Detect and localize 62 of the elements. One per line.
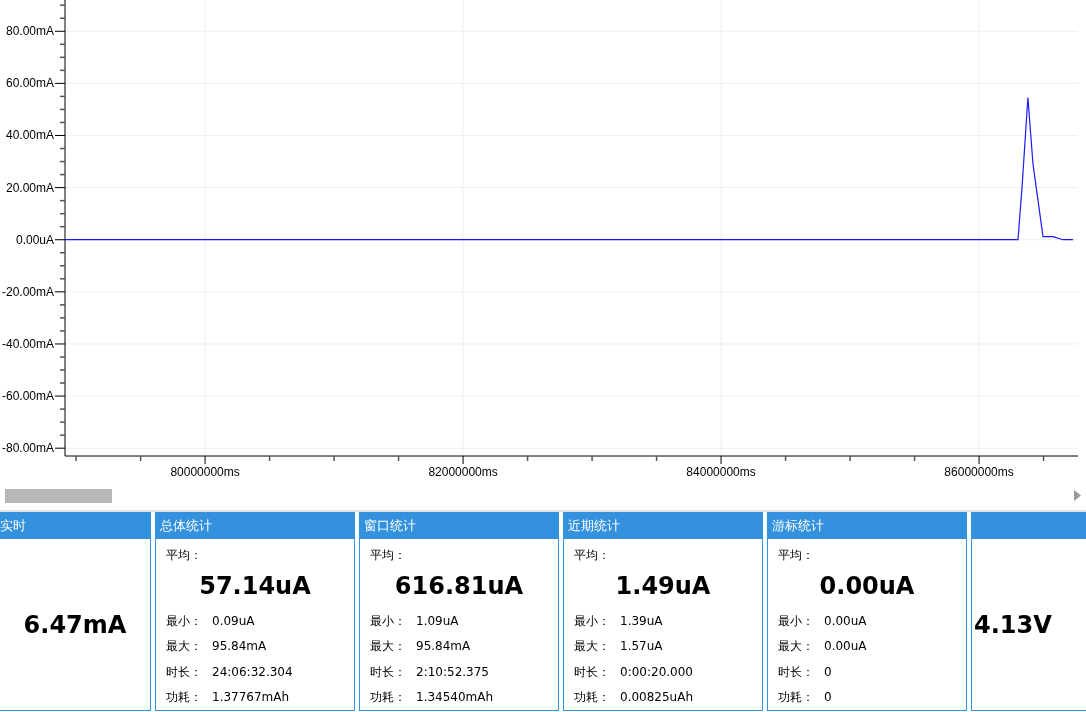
stat-value: 0.00825uAh — [620, 689, 694, 707]
y-tick-label: -60.00mA — [1, 389, 54, 404]
stat-label: 功耗： — [370, 689, 407, 707]
panel-header: 总体统计 — [156, 513, 354, 539]
panel-header: 近期统计 — [564, 513, 762, 539]
stat-label: 最大： — [574, 638, 611, 656]
stat-label: 时长： — [778, 663, 815, 681]
x-tick-label: 84000000ms — [686, 465, 756, 479]
stat-value: 1.39uA — [620, 612, 663, 630]
scroll-right-icon[interactable] — [1074, 490, 1081, 501]
stat-value: 0.00uA — [824, 612, 867, 630]
stat-label: 最大： — [370, 638, 407, 656]
stat-value: 24:06:32.304 — [212, 663, 293, 681]
stat-label: 最小： — [778, 612, 815, 630]
stat-label: 最大： — [778, 638, 815, 656]
y-tick-label: 60.00mA — [5, 76, 54, 91]
x-tick-label: 82000000ms — [428, 465, 498, 479]
panel-header: 实时 — [0, 513, 150, 539]
y-tick-label: -80.00mA — [1, 441, 54, 456]
y-tick-label: 40.00mA — [5, 128, 54, 143]
stat-label: 功耗： — [778, 689, 815, 707]
stat-value: 0 — [824, 663, 832, 681]
y-tick-label: 20.00mA — [5, 180, 54, 195]
x-tick-label: 80000000ms — [170, 465, 240, 479]
stat-value: 0:00:20.000 — [620, 663, 693, 681]
average-label: 平均： — [166, 547, 203, 564]
stat-value: 1.57uA — [620, 638, 663, 656]
stat-value: 1.09uA — [416, 612, 459, 630]
stat-label: 时长： — [574, 663, 611, 681]
stat-label: 最大： — [166, 638, 203, 656]
stat-value: 95.84mA — [416, 638, 471, 656]
stat-value: 95.84mA — [212, 638, 267, 656]
average-label: 平均： — [778, 547, 815, 564]
panel-header: 游标统计 — [768, 513, 966, 539]
average-label: 平均： — [370, 547, 407, 564]
y-tick-label: -20.00mA — [1, 284, 54, 299]
stat-value: 0.00uA — [824, 638, 867, 656]
stat-value: 1.34540mAh — [416, 689, 494, 707]
stat-value: 2:10:52.375 — [416, 663, 489, 681]
average-value: 57.14uA — [198, 571, 312, 602]
average-value: 1.49uA — [614, 571, 712, 602]
stat-label: 时长： — [166, 663, 203, 681]
scrollbar-thumb[interactable] — [5, 488, 112, 503]
panel-header: 窗口统计 — [360, 513, 558, 539]
stat-value: 0 — [824, 689, 832, 707]
voltage-value: 4.13V — [973, 609, 1052, 641]
average-value: 616.81uA — [393, 571, 525, 602]
average-label: 平均： — [574, 547, 611, 564]
stat-label: 功耗： — [166, 689, 203, 707]
x-tick-label: 86000000ms — [944, 465, 1014, 479]
stat-label: 时长： — [370, 663, 407, 681]
average-value: 0.00uA — [818, 571, 916, 602]
y-tick-label: -40.00mA — [1, 336, 54, 351]
stat-label: 最小： — [166, 612, 203, 630]
stat-value: 0.09uA — [212, 612, 255, 630]
realtime-value: 6.47mA — [23, 609, 127, 641]
y-tick-label: 80.00mA — [5, 24, 54, 39]
stat-value: 1.37767mAh — [212, 689, 290, 707]
y-tick-label: 0.00uA — [15, 232, 54, 247]
stat-label: 功耗： — [574, 689, 611, 707]
stat-label: 最小： — [370, 612, 407, 630]
stat-label: 最小： — [574, 612, 611, 630]
